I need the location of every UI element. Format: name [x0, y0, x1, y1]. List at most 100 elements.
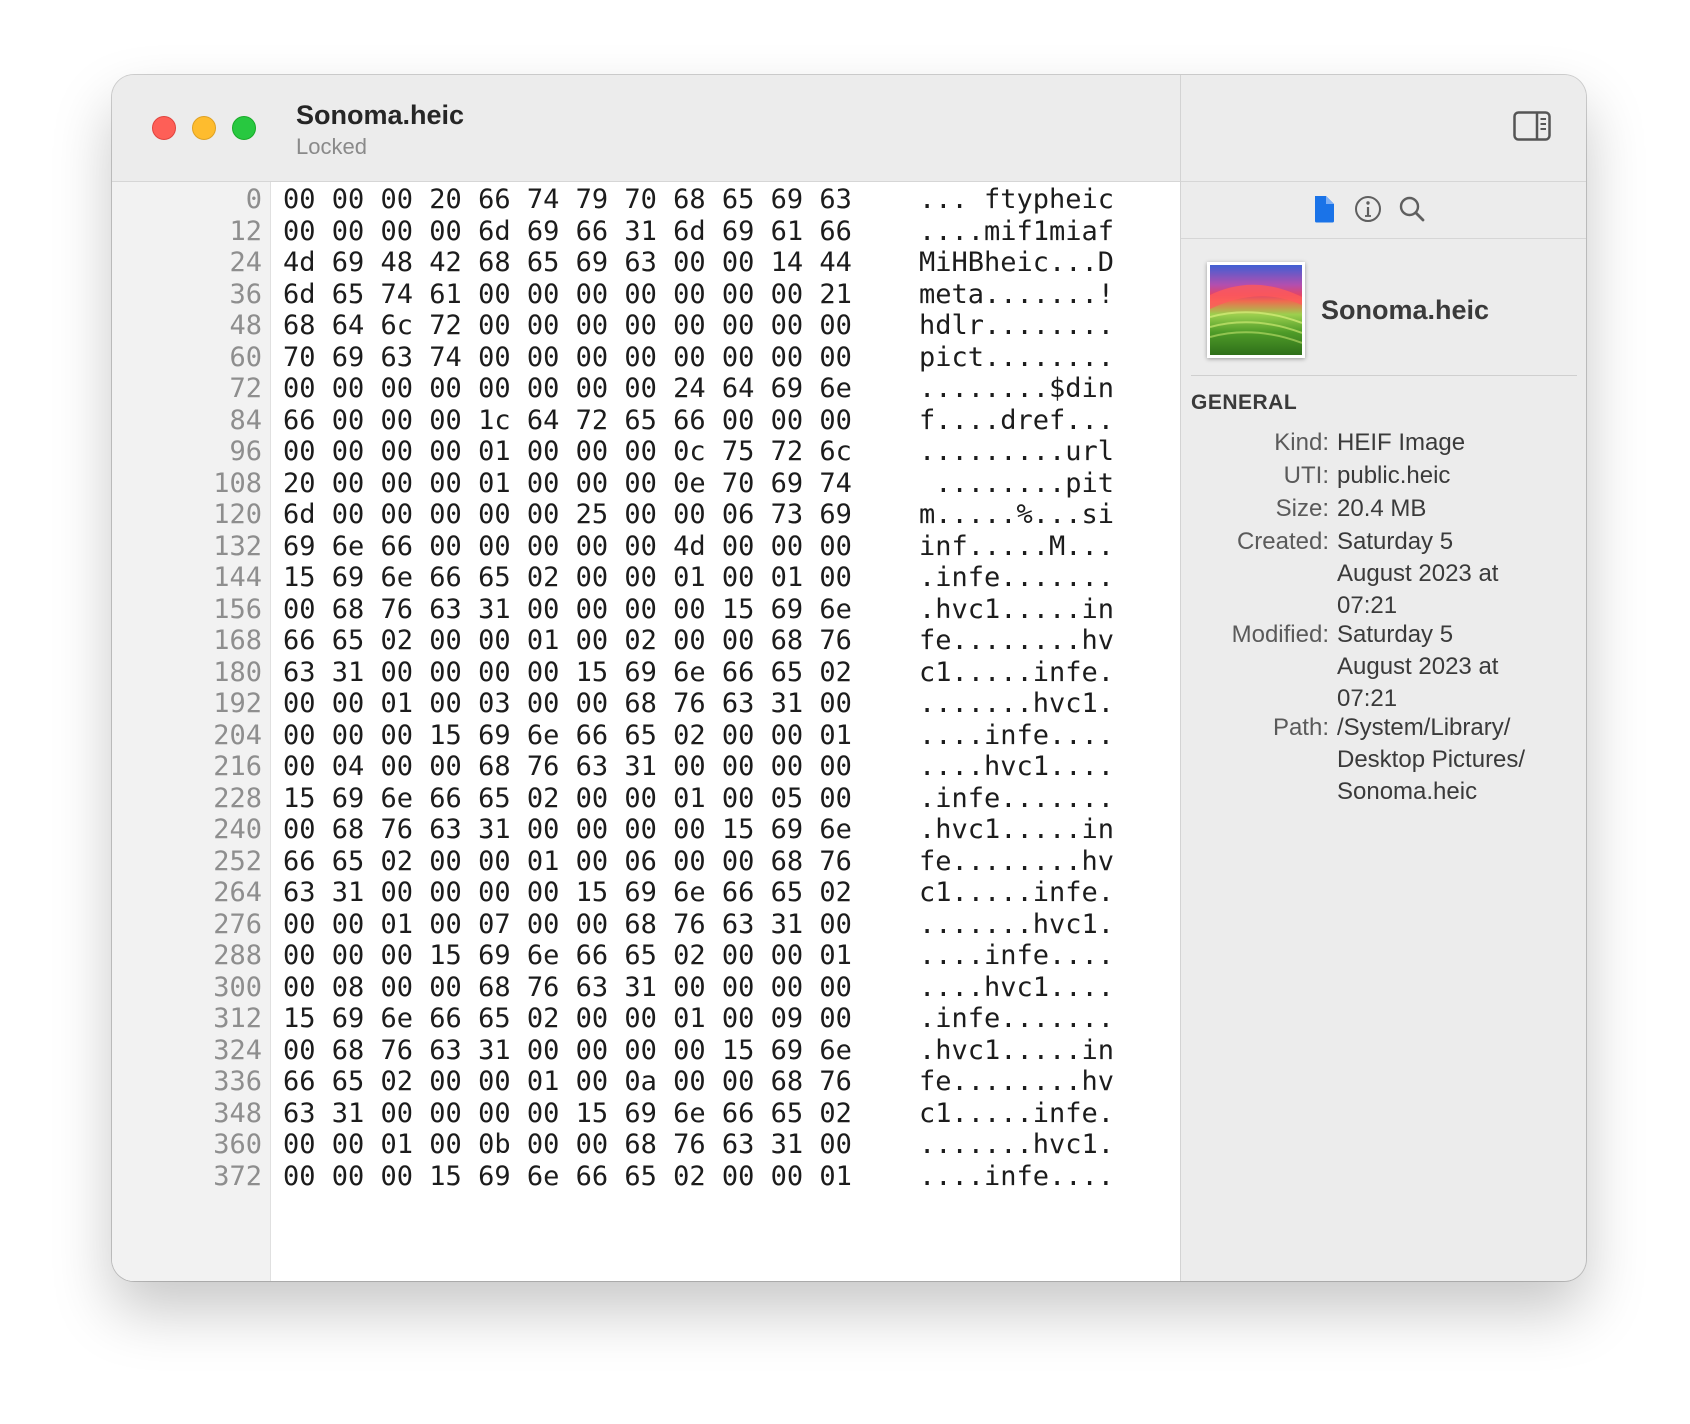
search-icon[interactable]: [1397, 194, 1427, 224]
offset-label: 252: [213, 845, 262, 877]
hex-bytes: 66 65 02 00 00 01 00 0a 00 00 68 76: [283, 1066, 852, 1097]
close-window-button[interactable]: [152, 116, 176, 140]
hex-row: 36 6d 65 74 61 00 00 00 00 00 00 00 21 met…: [112, 278, 1180, 312]
ascii-text: f....dref...: [919, 404, 1115, 436]
hex-bytes: 00 04 00 00 68 76 63 31 00 00 00 00: [283, 751, 852, 782]
ascii-text: ....hvc1....: [919, 751, 1115, 782]
hex-bytes: 00 68 76 63 31 00 00 00 00 15 69 6e: [283, 1034, 852, 1066]
section-title-general: GENERAL: [1191, 391, 1298, 414]
offset-label: 348: [213, 1097, 262, 1129]
hex-bytes: 00 00 01 00 0b 00 00 68 76 63 31 00: [283, 1129, 852, 1160]
ascii-text: .infe.......: [919, 1003, 1115, 1034]
info-value-line: August 2023 at: [1337, 653, 1499, 680]
hex-bytes: 00 68 76 63 31 00 00 00 00 15 69 6e: [283, 814, 852, 845]
hex-bytes: 00 00 00 00 00 00 00 00 24 64 69 6e: [283, 373, 852, 404]
ascii-text: ....mif1miaf: [919, 215, 1115, 247]
offset-label: 72: [229, 373, 262, 404]
ascii-text: hdlr........: [919, 310, 1115, 341]
offset-label: 288: [213, 940, 262, 971]
offset-label: 204: [213, 719, 262, 751]
offset-label: 84: [229, 404, 262, 436]
hex-bytes: 66 65 02 00 00 01 00 02 00 00 68 76: [283, 625, 852, 656]
info-value: 20.4 MB: [1337, 493, 1557, 525]
minimize-window-button[interactable]: [192, 116, 216, 140]
ascii-text: c1.....infe.: [919, 877, 1115, 908]
ascii-text: .hvc1.....in: [919, 1034, 1115, 1066]
ascii-text: fe........hv: [919, 1066, 1115, 1097]
hex-row: 276 00 00 01 00 07 00 00 68 76 63 31 00..…: [112, 908, 1180, 942]
ascii-text: fe........hv: [919, 625, 1115, 656]
ascii-text: .infe.......: [919, 562, 1115, 593]
offset-label: 0: [245, 184, 262, 215]
hex-bytes: 00 00 01 00 07 00 00 68 76 63 31 00: [283, 908, 852, 940]
hex-row: 12 00 00 00 00 6d 69 66 31 6d 69 61 66...…: [112, 215, 1180, 249]
hex-bytes: 00 00 00 15 69 6e 66 65 02 00 00 01: [283, 719, 852, 751]
title-bar: Sonoma.heic Locked: [112, 75, 1180, 182]
info-value-line: August 2023 at: [1337, 560, 1499, 587]
hex-row: 324 00 68 76 63 31 00 00 00 00 15 69 6e .h…: [112, 1034, 1180, 1068]
ascii-text: ....infe....: [919, 719, 1115, 751]
offset-label: 96: [229, 436, 262, 467]
info-value-line: Saturday 5: [1337, 621, 1454, 648]
ascii-text: c1.....infe.: [919, 1097, 1115, 1129]
ascii-text: m.....%...si: [919, 499, 1115, 530]
ascii-text: MiHBheic...D: [919, 247, 1115, 278]
hex-row: 204 00 00 00 15 69 6e 66 65 02 00 00 01..…: [112, 719, 1180, 753]
offset-label: 300: [213, 971, 262, 1003]
hex-row: 300 00 08 00 00 68 76 63 31 00 00 00 00..…: [112, 971, 1180, 1005]
info-value-line: /System/Library/: [1337, 714, 1511, 741]
hex-bytes: 00 00 01 00 03 00 00 68 76 63 31 00: [283, 688, 852, 719]
hex-row: 336 66 65 02 00 00 01 00 0a 00 00 68 76 fe…: [112, 1065, 1180, 1099]
info-icon[interactable]: [1353, 194, 1383, 224]
hex-bytes: 15 69 6e 66 65 02 00 00 01 00 09 00: [283, 1003, 852, 1034]
hex-row: 72 00 00 00 00 00 00 00 00 24 64 69 6e...…: [112, 372, 1180, 406]
info-value-line: 20.4 MB: [1337, 495, 1427, 522]
offset-label: 324: [213, 1034, 262, 1066]
hex-row: 0 00 00 00 20 66 74 79 70 68 65 69 63 ... …: [112, 183, 1180, 217]
hex-row: 348 63 31 00 00 00 00 15 69 6e 66 65 02 c1…: [112, 1097, 1180, 1131]
offset-label: 168: [213, 625, 262, 656]
hex-bytes: 70 69 63 74 00 00 00 00 00 00 00 00: [283, 341, 852, 373]
hex-row: 84 66 00 00 00 1c 64 72 65 66 00 00 00 f..…: [112, 404, 1180, 438]
sidebar-toggle-icon[interactable]: [1513, 111, 1551, 141]
hex-row: 60 70 69 63 74 00 00 00 00 00 00 00 00 pic…: [112, 341, 1180, 375]
ascii-text: ... ftypheic: [919, 184, 1115, 215]
hex-bytes: 63 31 00 00 00 00 15 69 6e 66 65 02: [283, 877, 852, 908]
offset-label: 336: [213, 1066, 262, 1097]
hex-bytes: 6d 00 00 00 00 00 25 00 00 06 73 69: [283, 499, 852, 530]
offset-label: 156: [213, 593, 262, 625]
info-value: /System/Library/Desktop Pictures/Sonoma.…: [1337, 712, 1557, 808]
info-value-line: public.heic: [1337, 462, 1451, 489]
info-label: Modified:: [1231, 621, 1329, 648]
hex-bytes: 4d 69 48 42 68 65 69 63 00 00 14 44: [283, 247, 852, 278]
hex-row: 108 20 00 00 00 01 00 00 00 0e 70 69 74 .…: [112, 467, 1180, 501]
offset-label: 228: [213, 782, 262, 814]
window-title: Sonoma.heic: [296, 100, 465, 130]
hex-row: 48 68 64 6c 72 00 00 00 00 00 00 00 00 hdl…: [112, 309, 1180, 343]
hex-row: 180 63 31 00 00 00 00 15 69 6e 66 65 02 c1…: [112, 656, 1180, 690]
hex-row: 216 00 04 00 00 68 76 63 31 00 00 00 00..…: [112, 750, 1180, 784]
hex-dump-view[interactable]: 0 00 00 00 20 66 74 79 70 68 65 69 63 ... …: [112, 182, 1180, 1281]
hex-bytes: 00 68 76 63 31 00 00 00 00 15 69 6e: [283, 593, 852, 625]
hex-row: 264 63 31 00 00 00 00 15 69 6e 66 65 02 c1…: [112, 876, 1180, 910]
offset-label: 264: [213, 877, 262, 908]
hex-bytes: 00 00 00 15 69 6e 66 65 02 00 00 01: [283, 940, 852, 971]
hex-bytes: 63 31 00 00 00 00 15 69 6e 66 65 02: [283, 656, 852, 688]
hex-bytes: 00 00 00 00 6d 69 66 31 6d 69 61 66: [283, 215, 852, 247]
window-subtitle: Locked: [296, 134, 367, 159]
ascii-text: ....infe....: [919, 940, 1115, 971]
offset-label: 360: [213, 1129, 262, 1160]
offset-label: 120: [213, 499, 262, 530]
zoom-window-button[interactable]: [232, 116, 256, 140]
info-label: Size:: [1275, 495, 1329, 522]
hex-bytes: 00 00 00 15 69 6e 66 65 02 00 00 01: [283, 1160, 852, 1192]
info-value: Saturday 5 August 2023 at 07:21: [1337, 619, 1557, 715]
document-icon[interactable]: [1309, 194, 1339, 224]
info-value-line: Desktop Pictures/: [1337, 746, 1526, 773]
ascii-text: ........pit: [919, 467, 1115, 499]
info-value-line: 07:21: [1337, 592, 1398, 619]
info-label: Created:: [1236, 528, 1329, 555]
file-thumbnail: [1207, 262, 1305, 358]
info-label: Path:: [1272, 714, 1329, 741]
hex-bytes: 66 65 02 00 00 01 00 06 00 00 68 76: [283, 845, 852, 877]
